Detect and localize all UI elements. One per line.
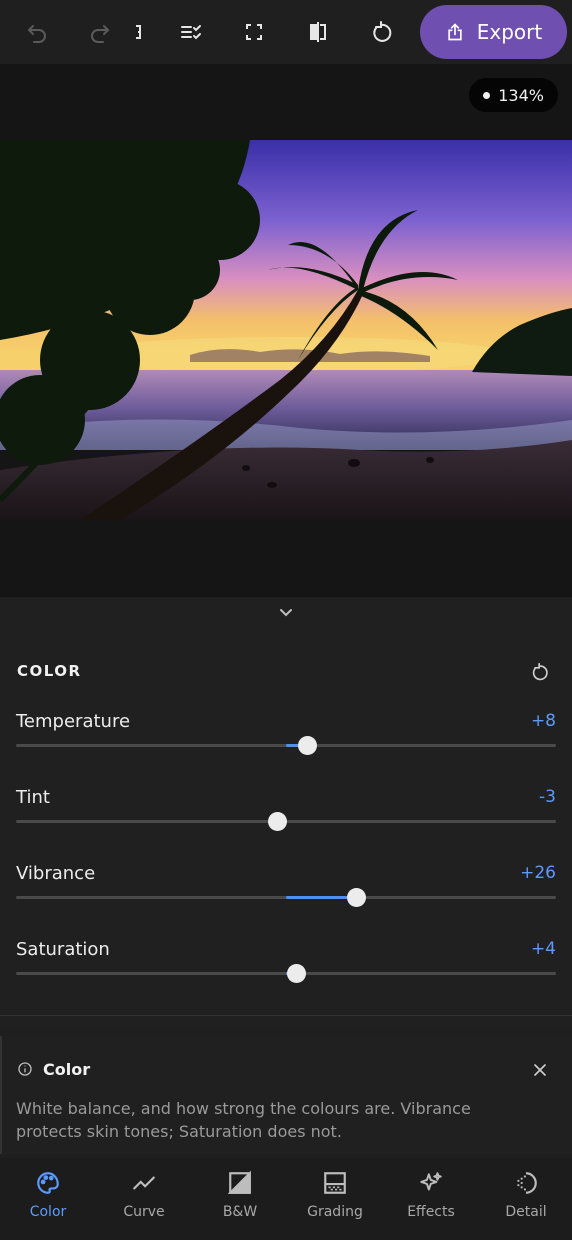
zoom-level: 134% (498, 85, 544, 105)
curve-icon (133, 1176, 155, 1190)
history-icon[interactable] (118, 14, 154, 50)
slider-tint: Tint -3 (16, 787, 556, 847)
export-button[interactable]: Export (420, 5, 567, 59)
nav-label: Detail (505, 1204, 547, 1220)
slider-track[interactable] (16, 736, 556, 755)
bw-icon (227, 1170, 251, 1194)
divider (0, 1015, 572, 1016)
grading-icon (324, 1172, 346, 1194)
slider-value: +8 (530, 711, 556, 731)
slider-label: Temperature (16, 711, 131, 732)
slider-track[interactable] (16, 888, 556, 907)
slider-track[interactable] (16, 812, 556, 831)
nav-item-grading[interactable]: Grading (287, 1170, 383, 1230)
chevron-down-icon[interactable] (274, 600, 298, 624)
reset-icon[interactable] (364, 14, 400, 50)
crop-icon[interactable] (236, 14, 272, 50)
slider-thumb[interactable] (268, 812, 288, 831)
close-icon[interactable] (530, 1060, 550, 1080)
slider-label: Vibrance (16, 863, 96, 884)
nav-item-curve[interactable]: Curve (96, 1170, 192, 1230)
slider-thumb[interactable] (298, 736, 318, 755)
nav-label: Color (29, 1204, 67, 1220)
slider-saturation: Saturation +4 (16, 939, 556, 999)
info-icon (18, 1062, 32, 1076)
nav-item-effects[interactable]: Effects (383, 1170, 479, 1230)
detail-icon (517, 1172, 537, 1194)
nav-label: Grading (307, 1204, 363, 1220)
nav-label: Curve (123, 1204, 165, 1220)
slider-fill (286, 896, 357, 899)
palette-icon (37, 1172, 59, 1194)
compare-icon[interactable] (300, 14, 336, 50)
photo-preview[interactable] (0, 140, 572, 520)
sparkle-icon (420, 1172, 442, 1191)
reset-section-icon[interactable] (528, 660, 552, 684)
slider-label: Saturation (16, 939, 110, 960)
slider-track[interactable] (16, 964, 556, 983)
checklist-icon[interactable] (173, 14, 209, 50)
slider-temperature: Temperature +8 (16, 711, 556, 771)
redo-icon[interactable] (82, 14, 118, 50)
nav-label: Effects (407, 1204, 455, 1220)
nav-item-bw[interactable]: B&W (192, 1170, 288, 1230)
slider-value: +4 (530, 939, 556, 959)
slider-label: Tint (16, 787, 50, 808)
section-title: COLOR (17, 662, 82, 680)
info-title: Color (43, 1060, 91, 1079)
slider-thumb[interactable] (346, 888, 366, 907)
slider-vibrance: Vibrance +26 (16, 863, 556, 923)
zoom-dot (483, 91, 491, 99)
share-icon (448, 23, 462, 41)
slider-value: +26 (520, 863, 556, 883)
zoom-indicator[interactable]: 134% (469, 78, 558, 112)
top-toolbar: Export (0, 0, 572, 64)
nav-item-detail[interactable]: Detail (478, 1170, 572, 1230)
undo-icon[interactable] (19, 14, 55, 50)
slider-value: -3 (539, 787, 556, 807)
info-text: White balance, and how strong the colour… (16, 1099, 471, 1141)
slider-thumb[interactable] (287, 964, 307, 983)
nav-label: B&W (222, 1204, 258, 1220)
export-label: Export (476, 20, 543, 44)
nav-item-color[interactable]: Color (0, 1170, 96, 1230)
